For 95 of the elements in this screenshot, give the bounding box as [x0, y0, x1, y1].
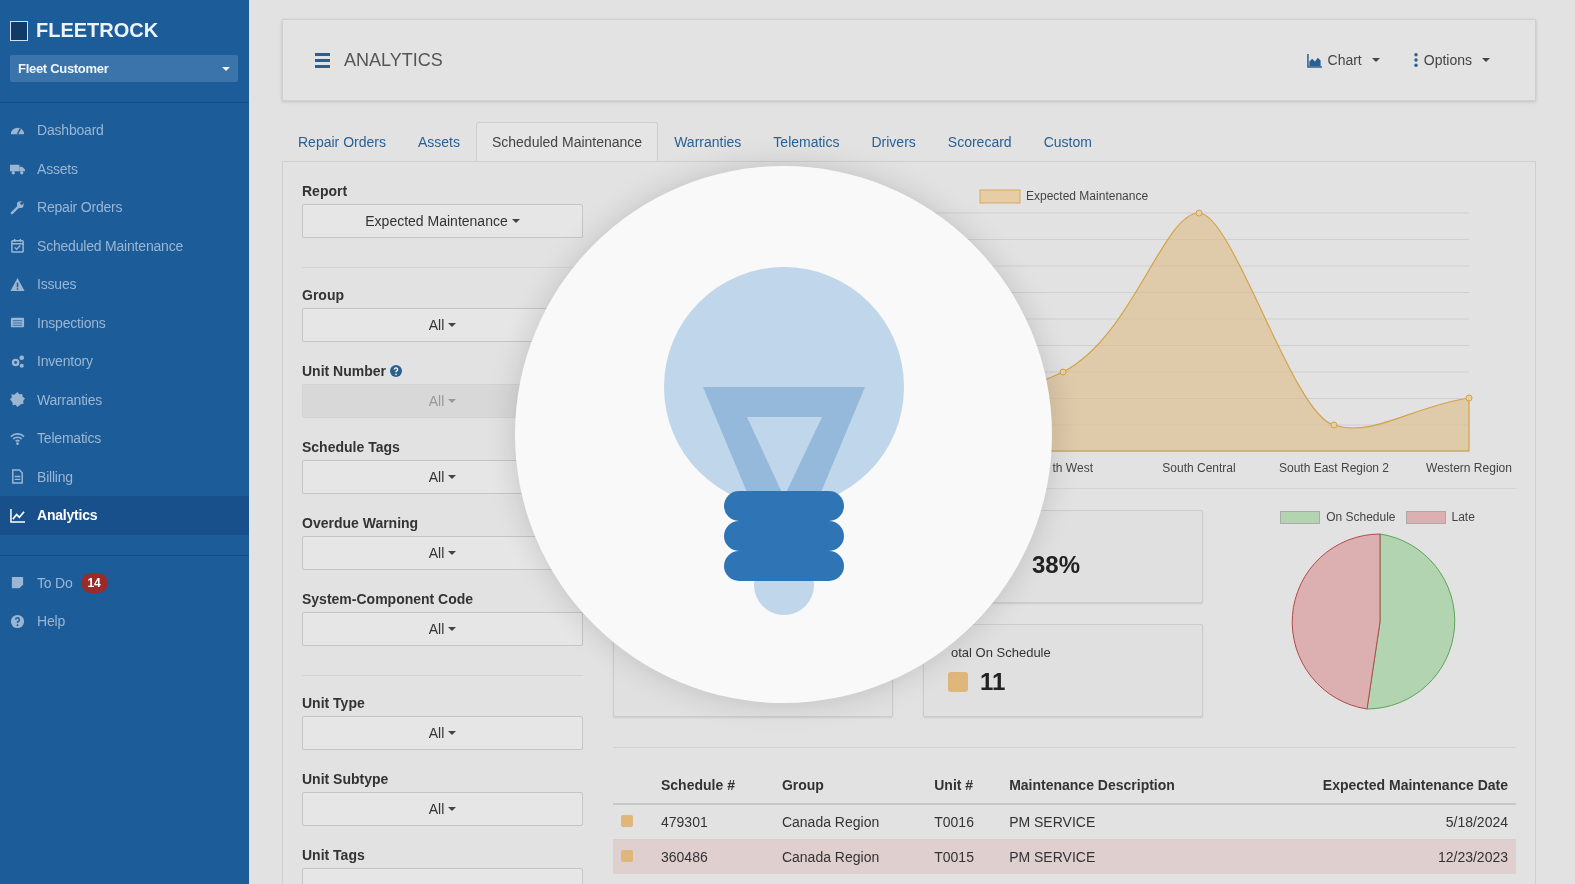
- filter-dropdown[interactable]: All: [302, 792, 583, 826]
- swatch-icon: [621, 815, 633, 827]
- stat-label: otal On Schedule: [950, 645, 1052, 660]
- filter-label: Schedule Tags: [302, 439, 400, 455]
- wifi-icon: [10, 430, 25, 446]
- logo-icon: [10, 20, 28, 41]
- table-cell: 360486: [653, 839, 774, 874]
- warning-icon: [10, 276, 25, 292]
- sidebar-item[interactable]: Issues: [0, 265, 249, 304]
- swatch-icon: [621, 850, 633, 862]
- sidebar-item[interactable]: Help: [0, 602, 249, 641]
- legend-label: On Schedule: [1326, 510, 1396, 524]
- wrench-icon: [10, 199, 25, 215]
- help-icon: [10, 613, 25, 629]
- column-header: Schedule #: [653, 767, 774, 804]
- tab[interactable]: Scheduled Maintenance: [475, 122, 659, 161]
- header-action-button[interactable]: Chart: [1306, 52, 1380, 68]
- column-header: Maintenance Description: [1001, 767, 1246, 804]
- caret-icon: [1482, 58, 1490, 62]
- filter-dropdown[interactable]: Expected Maintenance: [302, 204, 583, 238]
- filter-label: Unit Number: [302, 363, 386, 379]
- header-action-button[interactable]: Options: [1413, 52, 1490, 68]
- line-chart-icon: [10, 507, 25, 523]
- gears-icon: [10, 353, 25, 369]
- table-cell: PM SERVICE: [1001, 839, 1246, 874]
- legend-label: Expected Maintenance: [1026, 189, 1149, 203]
- caret-icon: [448, 627, 457, 631]
- caret-icon: [448, 731, 457, 735]
- calendar-check-icon: [10, 238, 25, 254]
- caret-icon: [448, 323, 457, 327]
- filter-label: Unit Subtype: [302, 771, 389, 787]
- table-cell: Canada Region: [773, 839, 927, 874]
- data-point: [1195, 209, 1203, 217]
- data-point: [1059, 368, 1067, 376]
- tab[interactable]: Telematics: [757, 122, 856, 161]
- sidebar-item[interactable]: Repair Orders: [0, 188, 249, 227]
- sidebar-item[interactable]: Warranties: [0, 380, 249, 419]
- axis-label: South Central: [1162, 461, 1236, 475]
- sidebar-item[interactable]: Inventory: [0, 342, 249, 381]
- table-cell: T0015: [926, 839, 1002, 874]
- column-header: Unit #: [926, 767, 1002, 804]
- vertical-dots-icon: [1413, 53, 1418, 67]
- document-icon: [10, 469, 25, 485]
- caret-icon: [448, 475, 457, 479]
- stat-value: 11: [980, 668, 1006, 696]
- caret-icon: [448, 807, 457, 811]
- filter-label: Unit Type: [302, 695, 365, 711]
- sidebar-item[interactable]: To Do 14: [0, 563, 249, 602]
- tab[interactable]: Warranties: [658, 122, 758, 161]
- stat-value: 38%: [1032, 551, 1081, 579]
- filter-label: System-Component Code: [302, 591, 474, 607]
- filter-dropdown[interactable]: All: [302, 716, 583, 750]
- sidebar-item[interactable]: Inspections: [0, 303, 249, 342]
- data-point: [1465, 394, 1473, 402]
- tab[interactable]: Assets: [401, 122, 476, 161]
- tab[interactable]: Custom: [1027, 122, 1108, 161]
- count-badge: 14: [80, 572, 108, 593]
- brand-name: FLEETROCK: [36, 19, 159, 42]
- data-point: [1330, 421, 1338, 429]
- filter-label: Report: [302, 183, 348, 199]
- caret-icon: [448, 551, 457, 555]
- sidebar-item[interactable]: Telematics: [0, 419, 249, 458]
- sidebar-item[interactable]: Dashboard: [0, 111, 249, 150]
- filter-label: Group: [302, 287, 344, 303]
- caret-icon: [222, 66, 230, 71]
- sidebar-item[interactable]: Scheduled Maintenance: [0, 226, 249, 265]
- table-cell: 12/23/2023: [1245, 839, 1516, 874]
- sidebar-item[interactable]: Billing: [0, 457, 249, 496]
- swatch-icon: [948, 672, 968, 692]
- page-title: ANALYTICS: [344, 49, 443, 71]
- caret-icon: [1371, 58, 1380, 62]
- legend-swatch: [979, 189, 1021, 204]
- table-row[interactable]: 360486 Canada Region T0015 PM SERVICE 12/23/2023: [613, 839, 1516, 874]
- filter-label: Unit Tags: [302, 847, 365, 863]
- area-chart-icon: [1306, 52, 1322, 68]
- axis-label: South East Region 2: [1278, 461, 1390, 475]
- axis-label: th West: [1052, 461, 1093, 475]
- help-icon: [390, 365, 402, 377]
- badge-icon: [10, 392, 25, 408]
- sidebar-item[interactable]: Assets: [0, 149, 249, 188]
- menu-icon[interactable]: [315, 52, 330, 68]
- axis-label: Western Region: [1426, 461, 1512, 475]
- filter-label: Overdue Warning: [302, 515, 419, 531]
- tab[interactable]: Scorecard: [931, 122, 1028, 161]
- sidebar-item[interactable]: Analytics: [0, 496, 249, 535]
- column-header: Expected Maintenance Date: [1245, 767, 1516, 804]
- column-header: Group: [773, 767, 927, 804]
- tab[interactable]: Repair Orders: [282, 122, 402, 161]
- caret-icon: [448, 399, 457, 403]
- caret-icon: [511, 219, 520, 223]
- filter-dropdown[interactable]: All: [302, 612, 583, 646]
- note-icon: [10, 575, 25, 591]
- legend-label: Late: [1451, 510, 1475, 524]
- tab[interactable]: Drivers: [855, 122, 932, 161]
- account-dropdown[interactable]: Fleet Customer: [10, 55, 238, 82]
